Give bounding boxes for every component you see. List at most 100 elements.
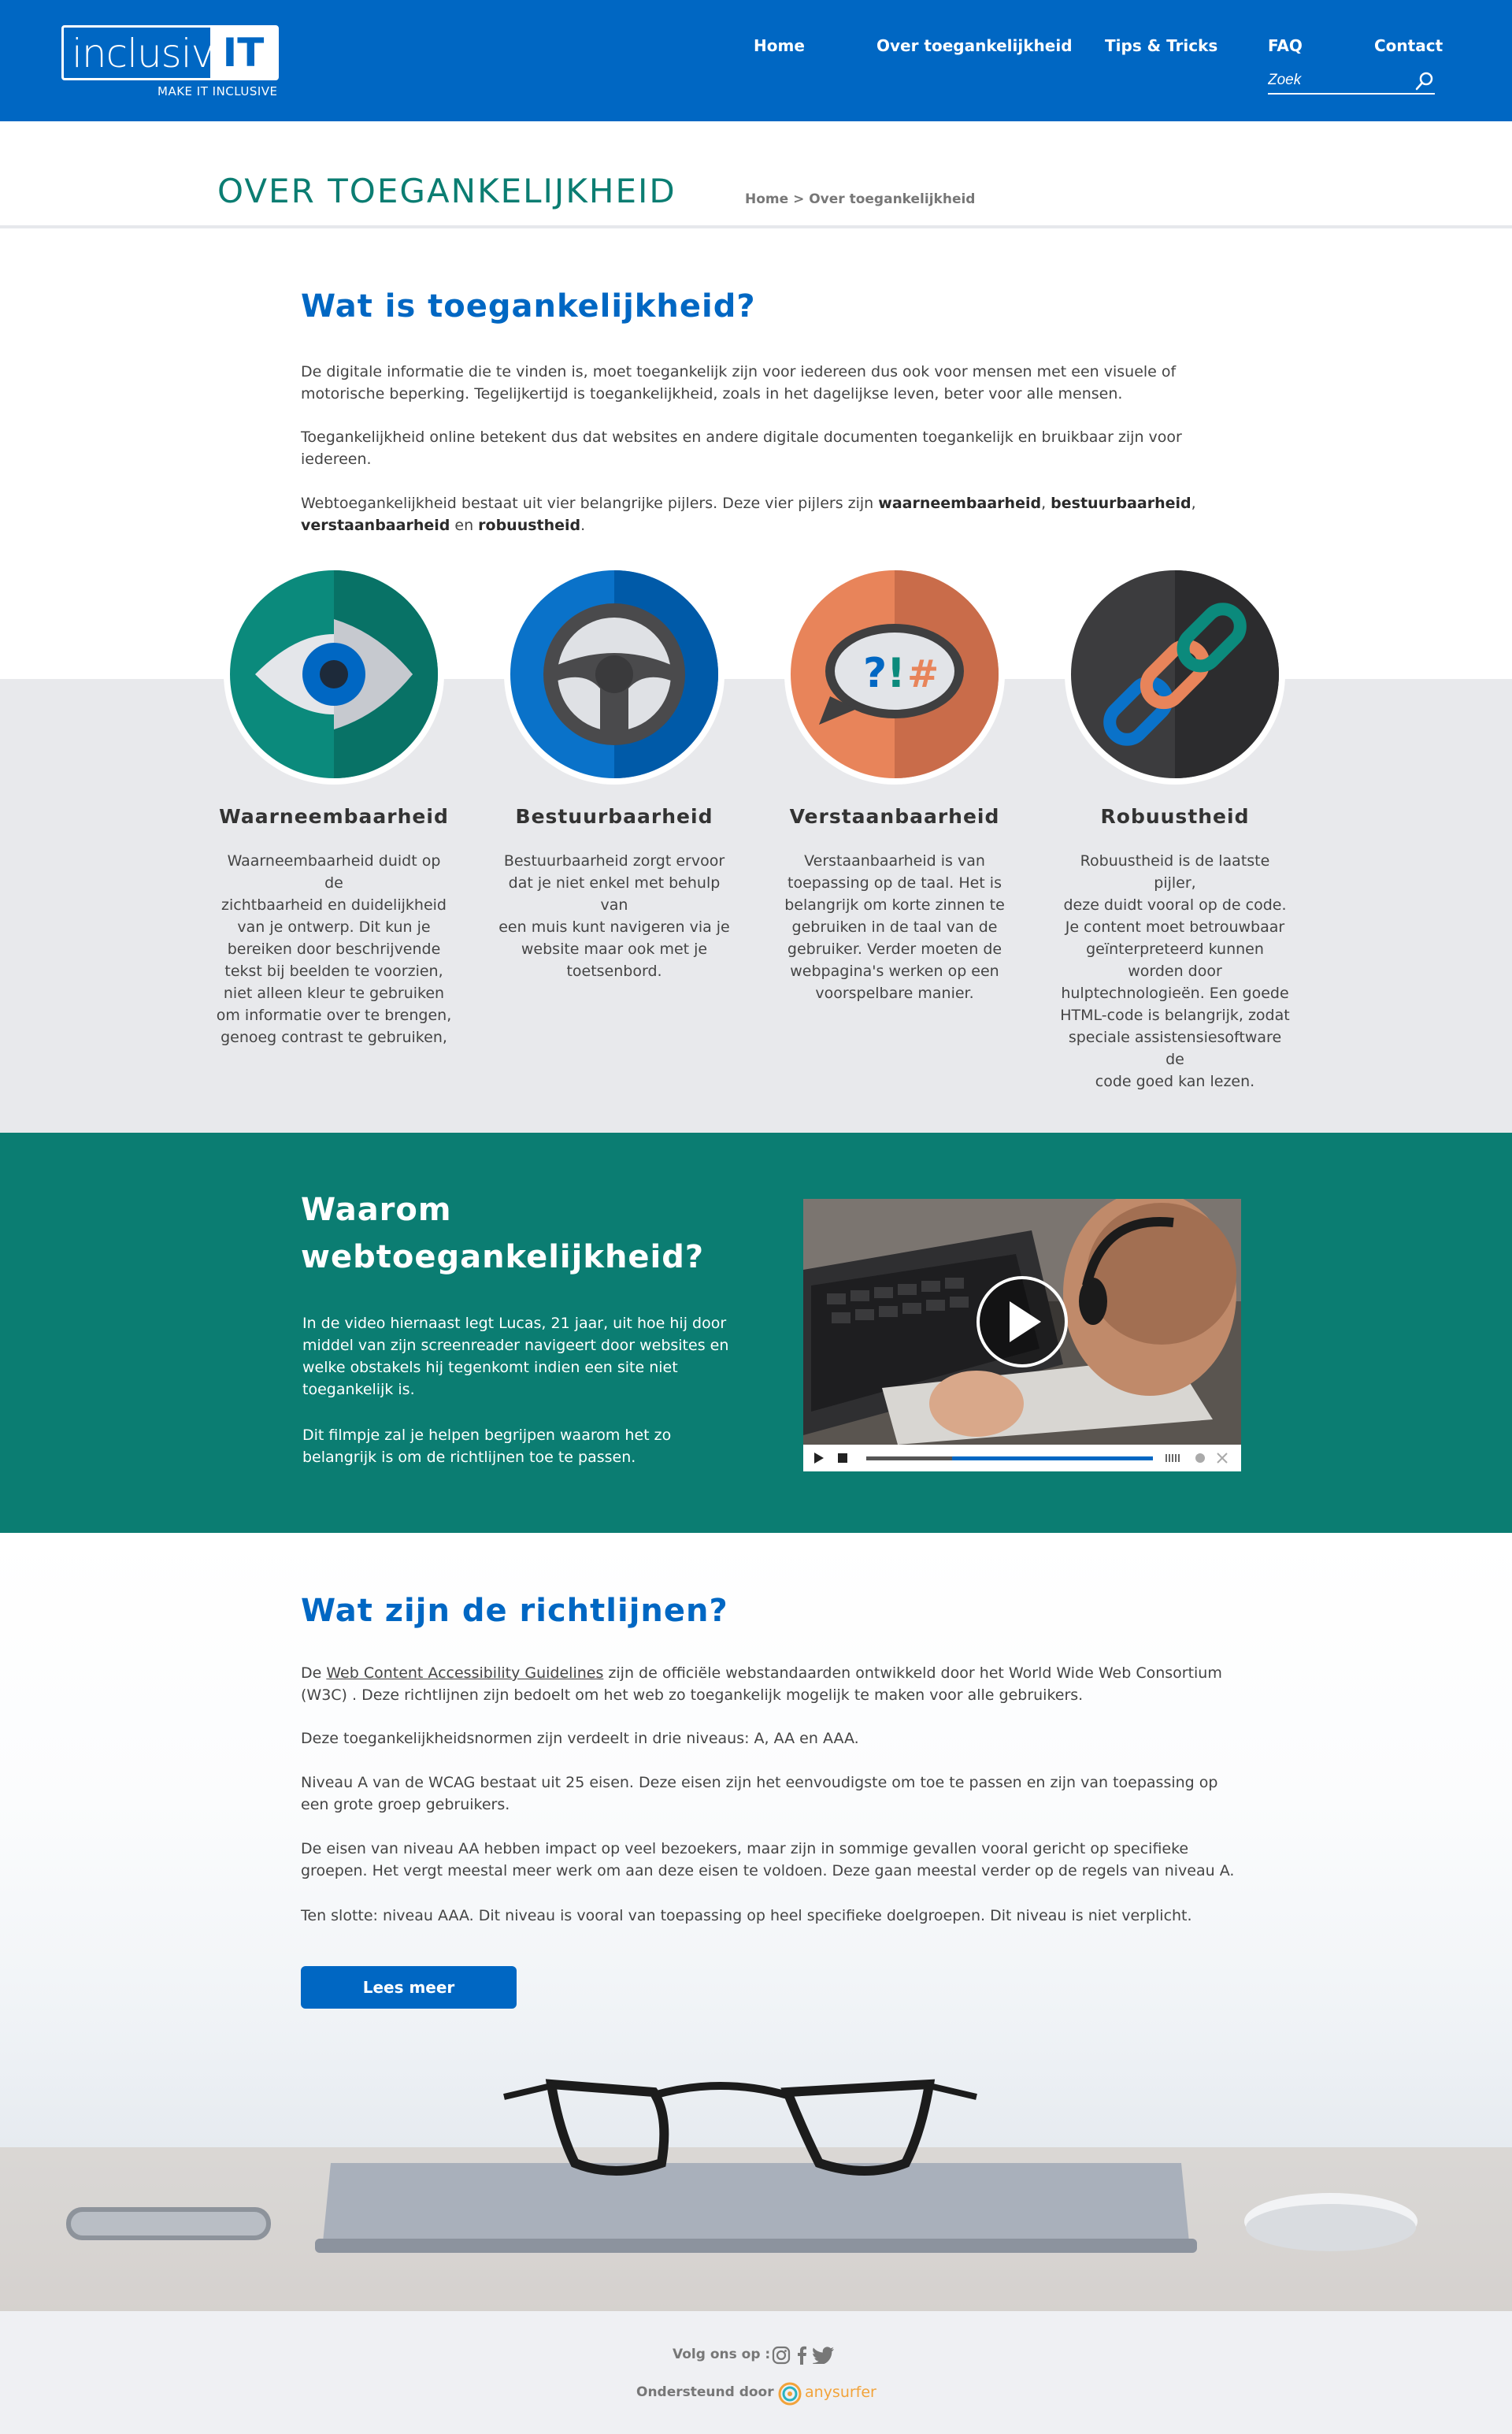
- intro-p3-end: .: [580, 517, 586, 534]
- pillar-title-1: Waarneembaarheid: [219, 805, 449, 828]
- pillar-title-3: Verstaanbaarheid: [789, 805, 1000, 828]
- intro-p1-line1: De digitale informatie die te vinden is,…: [301, 363, 1177, 380]
- pillar-line: van je ontwerp. Dit kun je: [237, 918, 431, 936]
- twitter-icon[interactable]: [813, 2347, 835, 2364]
- intro-heading: Wat is toegankelijkheid?: [301, 288, 756, 325]
- pillar-text-2: Bestuurbaarheid zorgt ervoor dat je niet…: [496, 850, 732, 982]
- guidelines-p4-line1: De eisen van niveau AA hebben impact op …: [301, 1840, 1189, 1857]
- search-input[interactable]: [1268, 69, 1410, 91]
- svg-text:!: !: [887, 650, 906, 697]
- wcag-link[interactable]: Web Content Accessibility Guidelines: [326, 1664, 603, 1682]
- anysurfer-logo[interactable]: anysurfer: [805, 2384, 876, 2401]
- pillar-line: geïnterpreteerd kunnen: [1086, 941, 1264, 958]
- pillar-line: Je content moet betrouwbaar: [1065, 918, 1285, 936]
- title-bar: OVER TOEGANKELIJKHEID Home > Over toegan…: [0, 121, 1512, 228]
- pillar-line: belangrijk om korte zinnen te: [784, 896, 1005, 914]
- intro-p1-line2: motorische beperking. Tegelijkertijd is …: [301, 385, 1123, 403]
- pillar-line: gebruiken in de taal van de: [791, 918, 998, 936]
- nav-contact[interactable]: Contact: [1374, 36, 1443, 55]
- read-more-button[interactable]: Lees meer: [301, 1966, 517, 2009]
- nav-home[interactable]: Home: [754, 36, 805, 55]
- pillar-circle-1: [224, 564, 444, 785]
- svg-text:?: ?: [863, 650, 887, 697]
- follow-label: Volg ons op :: [673, 2347, 771, 2362]
- keyword-robuustheid: robuustheid: [478, 517, 581, 534]
- fullscreen-icon[interactable]: [1217, 1453, 1228, 1464]
- why-heading-line1: Waarom: [301, 1192, 452, 1228]
- pillar-line: voorspelbare manier.: [815, 985, 974, 1002]
- site-header: inclusiv IT MAKE IT INCLUSIVE Home Over …: [0, 0, 1512, 121]
- steering-wheel-icon: [510, 570, 718, 778]
- why-line: middel van zijn screenreader navigeert d…: [302, 1337, 729, 1354]
- search-box: [1268, 69, 1435, 95]
- search-icon[interactable]: [1414, 71, 1435, 91]
- pillar-line: toepassing op de taal. Het is: [788, 874, 1002, 892]
- progress-fill: [952, 1456, 1153, 1460]
- pillar-line: genoeg contrast te gebruiken,: [220, 1029, 447, 1046]
- pillar-line: code goed kan lezen.: [1095, 1073, 1255, 1090]
- guidelines-p1-line1: De Web Content Accessibility Guidelines …: [301, 1662, 1246, 1684]
- pillar-line: dat je niet enkel met behulp van: [508, 874, 721, 914]
- pillar-line: hulptechnologieën. Een goede: [1061, 985, 1289, 1002]
- logo-tagline: MAKE IT INCLUSIVE: [158, 84, 278, 98]
- svg-text:#: #: [907, 652, 939, 696]
- guidelines-paragraph-4: De eisen van niveau AA hebben impact op …: [301, 1838, 1246, 1882]
- pillar-title-2: Bestuurbaarheid: [515, 805, 713, 828]
- why-section: Waarom webtoegankelijkheid? In de video …: [0, 1133, 1512, 1533]
- pillar-line: Verstaanbaarheid is van: [804, 852, 985, 870]
- pillar-line: deze duidt vooral op de code.: [1063, 896, 1287, 914]
- pillar-line: Waarneembaarheid duidt op de: [227, 852, 441, 892]
- why-heading-line2: webtoegankelijkheid?: [301, 1239, 705, 1275]
- guidelines-p4-line2: groepen. Het vergt meestal meer werk om …: [301, 1862, 1235, 1879]
- stop-icon[interactable]: [838, 1453, 847, 1463]
- guidelines-p1-pre: De: [301, 1664, 327, 1682]
- settings-icon[interactable]: [1195, 1453, 1205, 1463]
- anysurfer-logo-icon: [778, 2382, 802, 2406]
- pillar-text-1: Waarneembaarheid duidt op de zichtbaarhe…: [216, 850, 452, 1048]
- nav-tips-tricks[interactable]: Tips & Tricks: [1105, 36, 1217, 55]
- pillar-circle-4: [1065, 564, 1285, 785]
- guidelines-p1-line2: (W3C) . Deze richtlijnen zijn bedoelt om…: [301, 1686, 1084, 1704]
- guidelines-paragraph-5: Ten slotte: niveau AAA. Dit niveau is vo…: [301, 1907, 1192, 1924]
- guidelines-paragraph-3: Niveau A van de WCAG bestaat uit 25 eise…: [301, 1772, 1246, 1816]
- why-paragraph-2: Dit filmpje zal je helpen begrijpen waar…: [302, 1424, 743, 1468]
- pillar-line: om informatie over te brengen,: [216, 1007, 452, 1024]
- why-line: Dit filmpje zal je helpen begrijpen waar…: [302, 1427, 672, 1444]
- chain-link-icon: [1071, 570, 1279, 778]
- site-logo[interactable]: inclusiv IT: [61, 25, 279, 80]
- intro-p3-text: Webtoegankelijkheid bestaat uit vier bel…: [301, 495, 879, 512]
- nav-faq[interactable]: FAQ: [1268, 36, 1303, 55]
- pillar-line: speciale assistensiesoftware de: [1068, 1029, 1282, 1068]
- guidelines-paragraph-2: Deze toegankelijkheidsnormen zijn verdee…: [301, 1730, 859, 1747]
- intro-paragraph-3: Webtoegankelijkheid bestaat uit vier bel…: [301, 492, 1246, 536]
- pillar-line: Robuustheid is de laatste pijler,: [1080, 852, 1270, 892]
- pillar-line: bereiken door beschrijvende: [227, 941, 441, 958]
- pillar-line: HTML-code is belangrijk, zodat: [1060, 1007, 1290, 1024]
- page-title: OVER TOEGANKELIJKHEID: [217, 172, 676, 210]
- facebook-icon[interactable]: [795, 2346, 808, 2365]
- video-player[interactable]: [803, 1199, 1241, 1471]
- guidelines-heading: Wat zijn de richtlijnen?: [301, 1593, 728, 1629]
- why-line: welke obstakels hij tegenkomt indien een…: [302, 1359, 678, 1376]
- breadcrumb[interactable]: Home > Over toegankelijkheid: [745, 191, 975, 207]
- why-line: In de video hiernaast legt Lucas, 21 jaa…: [302, 1315, 727, 1332]
- nav-over-toegankelijkheid[interactable]: Over toegankelijkheid: [876, 36, 1073, 55]
- pillar-circle-3: ? ! #: [784, 564, 1005, 785]
- intro-p2-line2: iedereen.: [301, 451, 372, 468]
- intro-paragraph-2: Toegankelijkheid online betekent dus dat…: [301, 426, 1246, 470]
- supported-label: Ondersteund door: [636, 2384, 774, 2400]
- guidelines-p3-line2: een grote groep gebruikers.: [301, 1796, 510, 1813]
- pillar-line: webpagina's werken op een: [790, 963, 999, 980]
- instagram-icon[interactable]: [772, 2346, 791, 2365]
- play-icon[interactable]: [814, 1453, 824, 1464]
- video-thumbnail: [803, 1199, 1241, 1445]
- volume-icon[interactable]: [1166, 1454, 1180, 1462]
- intro-p2-line1: Toegankelijkheid online betekent dus dat…: [301, 429, 1182, 446]
- why-heading: Waarom webtoegankelijkheid?: [301, 1186, 742, 1281]
- progress-buffer: [866, 1456, 952, 1460]
- keyword-waarneembaarheid: waarneembaarheid: [878, 495, 1042, 512]
- logo-text: inclusiv: [72, 31, 214, 76]
- keyword-verstaanbaarheid: verstaanbaarheid: [301, 517, 450, 534]
- logo-it: IT: [210, 28, 276, 78]
- pillar-line: gebruiker. Verder moeten de: [787, 941, 1002, 958]
